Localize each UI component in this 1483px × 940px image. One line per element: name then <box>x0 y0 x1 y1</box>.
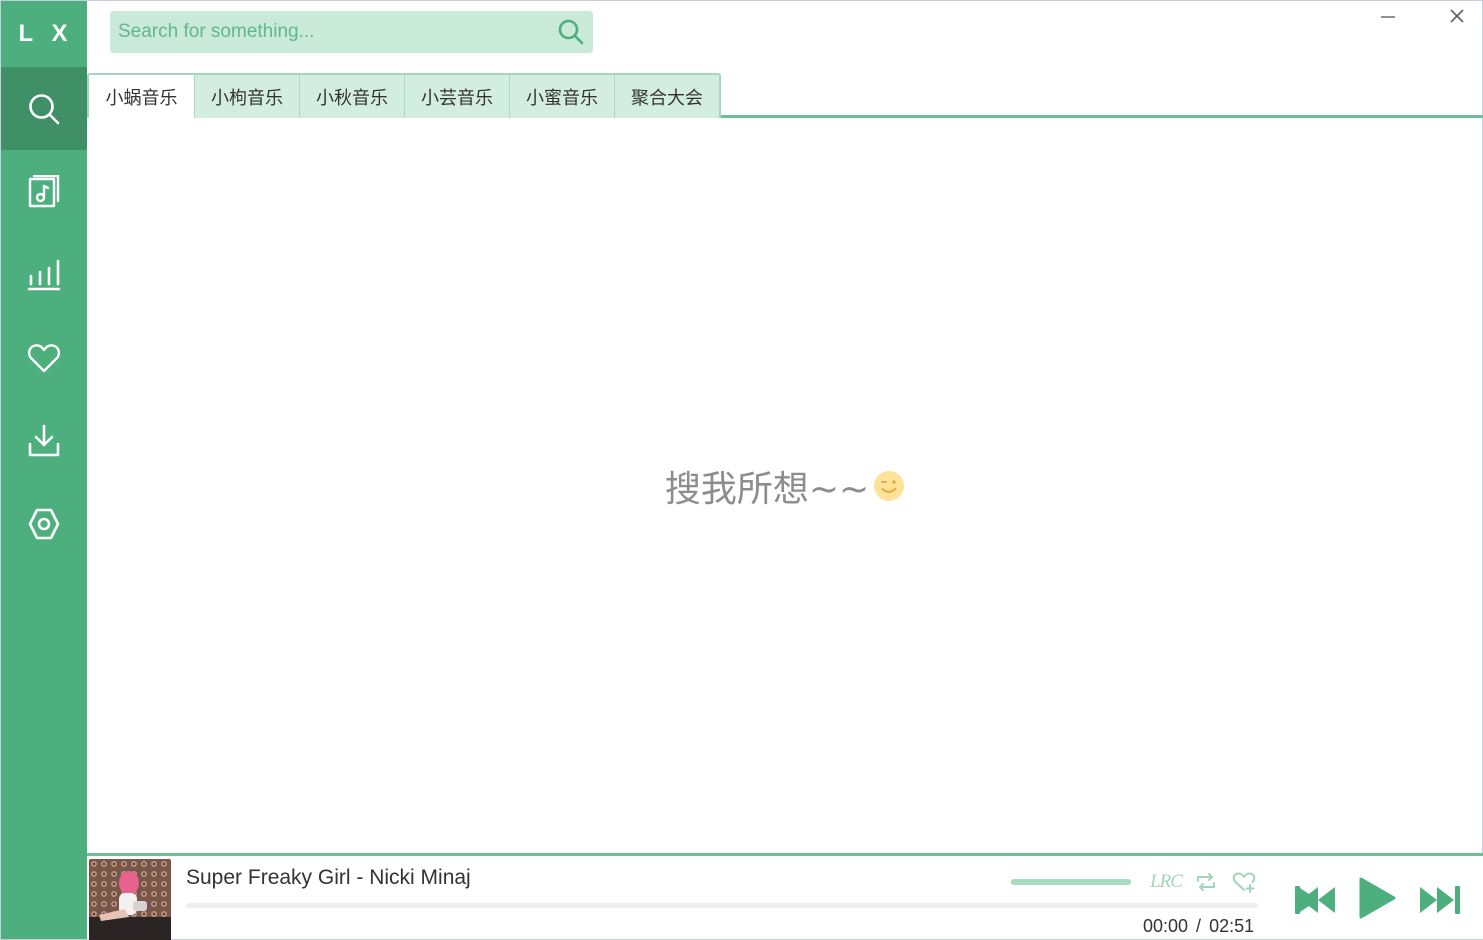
player-bar: Super Freaky Girl - Nicki Minaj LRC 00:0… <box>87 853 1483 940</box>
sidebar: L X <box>1 1 87 939</box>
source-tabs: 小蜗音乐 小枸音乐 小秋音乐 小芸音乐 小蜜音乐 聚合大会 <box>87 73 1483 119</box>
search-icon <box>29 93 60 124</box>
playback-progress-bar[interactable] <box>186 903 1258 908</box>
wink-smile-icon <box>874 471 905 501</box>
song-title: Super Freaky Girl - Nicki Minaj <box>186 866 471 889</box>
previous-track-button[interactable] <box>1292 878 1338 922</box>
play-button[interactable] <box>1354 876 1400 920</box>
music-file-icon <box>28 174 60 207</box>
tab-row: 小蜗音乐 小枸音乐 小秋音乐 小芸音乐 小蜜音乐 聚合大会 <box>87 73 721 119</box>
sidebar-item-favorites[interactable] <box>1 316 87 399</box>
empty-state-text: 搜我所想~~ <box>664 469 870 510</box>
tab-aggregate[interactable]: 聚合大会 <box>614 75 719 118</box>
album-cover-art <box>89 859 171 940</box>
heart-icon <box>27 343 61 372</box>
total-time: 02:51 <box>1209 916 1255 936</box>
playback-time: 00:00 / 02:51 <box>1143 916 1254 937</box>
time-separator: / <box>1196 916 1202 936</box>
app-logo: L X <box>18 20 74 47</box>
search-button[interactable] <box>557 18 585 46</box>
skip-next-icon <box>1420 886 1460 914</box>
search-icon <box>558 19 584 45</box>
app-window: L X Search for something... 小蜗音乐 小枸音乐 小秋… <box>0 0 1483 940</box>
repeat-icon <box>1197 873 1215 891</box>
hexagon-settings-icon <box>28 508 60 539</box>
tab-source-2[interactable]: 小枸音乐 <box>194 75 299 118</box>
volume-slider[interactable] <box>1011 879 1131 885</box>
lyrics-icon: LRC <box>1150 871 1183 892</box>
tab-source-4[interactable]: 小芸音乐 <box>404 75 509 118</box>
tab-source-3[interactable]: 小秋音乐 <box>299 75 404 118</box>
tab-source-5[interactable]: 小蜜音乐 <box>509 75 614 118</box>
sidebar-item-song-list[interactable] <box>1 150 87 233</box>
sidebar-item-leaderboard[interactable] <box>1 233 87 316</box>
sidebar-item-download[interactable] <box>1 399 87 482</box>
play-icon <box>1359 877 1396 919</box>
search-input[interactable] <box>110 11 550 53</box>
add-favorite-button[interactable] <box>1229 868 1259 896</box>
volume-level <box>1011 879 1131 885</box>
lyrics-toggle-button[interactable]: LRC <box>1150 868 1183 896</box>
empty-state: 搜我所想~~ <box>87 463 1483 510</box>
sidebar-item-settings[interactable] <box>1 482 87 565</box>
loop-mode-button[interactable] <box>1191 868 1221 896</box>
minimize-button[interactable] <box>1373 3 1403 29</box>
current-time: 00:00 <box>1143 916 1189 936</box>
sidebar-item-search[interactable] <box>1 67 87 150</box>
tab-source-1[interactable]: 小蜗音乐 <box>89 75 194 119</box>
close-icon <box>1450 9 1464 23</box>
bar-chart-icon <box>27 259 61 290</box>
download-icon <box>28 424 60 456</box>
skip-previous-icon <box>1295 886 1335 914</box>
heart-add-icon <box>1232 872 1256 893</box>
album-cover[interactable] <box>89 859 171 940</box>
search-box <box>110 11 593 53</box>
minimize-icon <box>1381 16 1395 18</box>
close-button[interactable] <box>1442 3 1472 29</box>
next-track-button[interactable] <box>1417 878 1463 922</box>
